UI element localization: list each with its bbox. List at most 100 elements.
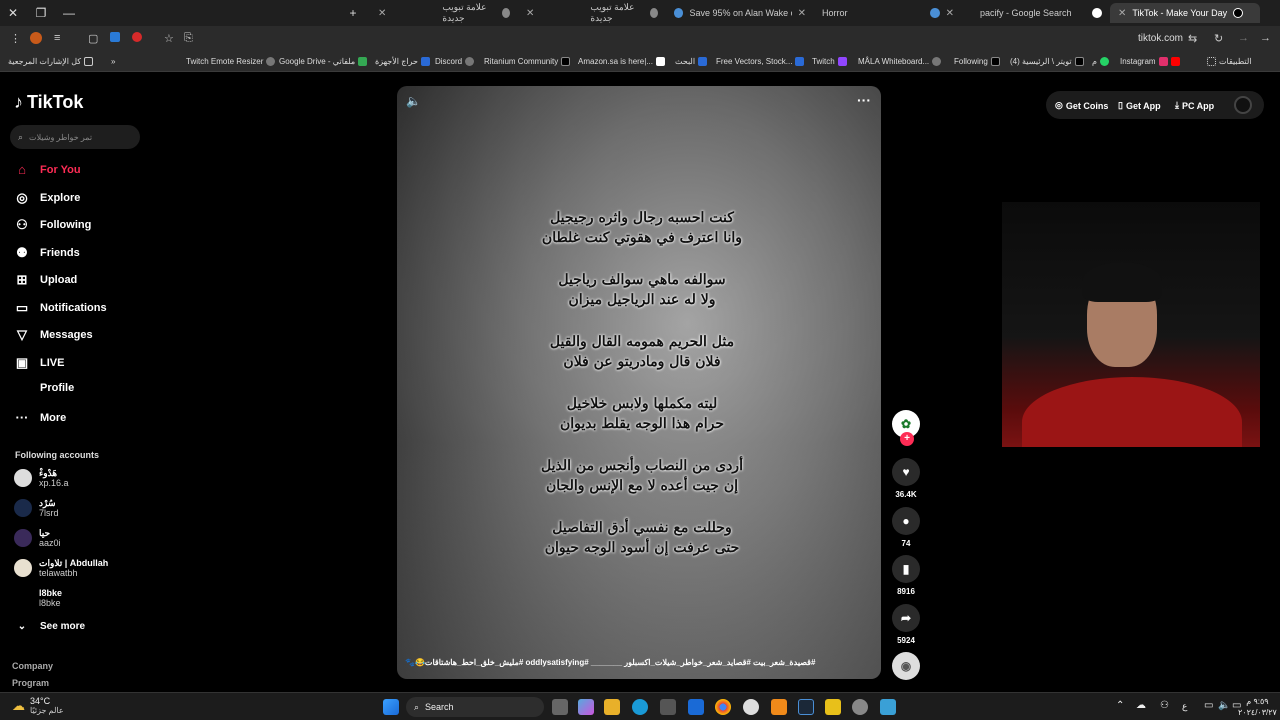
footer-program-link[interactable]: Program [12,678,49,688]
bookmark-item[interactable]: Twitch Emote Resizer [186,57,276,66]
browser-tab-active[interactable]: ✕ TikTok - Make Your Day [1110,3,1260,23]
following-account[interactable]: سُرْد 7lsrd [14,498,59,518]
chrome-icon[interactable] [715,699,731,715]
browser-tab[interactable]: Save 95% on Alan Wake on Ste ✕ [666,3,814,23]
nav-more[interactable]: ··· More [14,410,67,425]
task-view-icon[interactable] [552,699,568,715]
windows-start-icon[interactable] [383,699,399,715]
settings-icon[interactable] [852,699,868,715]
video-player[interactable]: 🔈 ··· كنت احسبه رجال واثره رجيجيل وانا ا… [397,86,881,679]
bookmark-item[interactable]: Instagram [1120,57,1180,66]
share-button[interactable]: ➦ 5924 [890,604,922,645]
video-hashtags[interactable]: #قصيدة_شعر_بيت #قصايد_شعر_خواطر_شيلات_اك… [405,658,875,667]
save-button[interactable]: ▮ 8916 [890,555,922,596]
cast-icon[interactable]: ⎘ [184,32,193,45]
bookmark-item[interactable]: Discord [435,57,475,66]
pc-app-button[interactable]: ⤓ PC App [1175,100,1214,111]
steam-icon[interactable] [798,699,814,715]
speaker-icon[interactable]: 🔈 [1218,700,1230,711]
chevron-icon[interactable]: » [111,57,115,66]
following-account[interactable]: حيا aaz0i [14,528,61,548]
store-icon[interactable] [660,699,676,715]
tray-chevron-icon[interactable]: ⌃ [1116,700,1124,711]
music-disc[interactable]: ◉ [890,652,922,684]
nav-upload[interactable]: ⊞ Upload [14,272,78,288]
nav-profile[interactable]: Profile [14,382,74,394]
bookmark-item[interactable]: Twitch [812,57,847,66]
browser-tab[interactable]: ✕ علامة تبويب جديدة [370,2,518,23]
get-coins-button[interactable]: ◎ Get Coins [1055,100,1108,111]
following-account[interactable]: l8bke l8bke [14,588,62,608]
extension-icon[interactable] [30,32,42,47]
footer-company-link[interactable]: Company [12,661,53,671]
nav-for-you[interactable]: ⌂ For You [14,162,80,177]
get-app-button[interactable]: ▯ Get App [1118,100,1161,111]
playlist-icon[interactable]: ≡ [54,32,60,44]
volume-icon[interactable]: 🔈 [406,94,421,108]
weather-widget[interactable]: ☁ 34°C عالم جزئيًا [12,696,64,715]
nav-notifications[interactable]: ▭ Notifications [14,300,107,316]
vlc-icon[interactable] [771,699,787,715]
close-tab-icon[interactable]: ✕ [946,8,954,19]
nav-messages[interactable]: ▽ Messages [14,327,93,343]
close-tab-icon[interactable]: ✕ [798,8,806,19]
bookmark-all[interactable]: كل الإشارات المرجعية [8,57,94,66]
menu-dots-icon[interactable]: ⋮ [10,32,21,45]
address-bar-url[interactable]: tiktok.com [1138,33,1183,44]
puzzle-icon[interactable]: ▢ [88,32,98,45]
browser-tab[interactable]: Horror ✕ [814,3,962,23]
bookmark-item[interactable]: حراج الأجهزة [375,57,430,66]
copilot-icon[interactable] [578,699,594,715]
bookmark-item[interactable]: م [1092,57,1109,66]
bookmark-item[interactable]: Google Drive - ملفاتي [279,57,368,66]
site-settings-icon[interactable]: ⇆ [1188,32,1197,45]
bookmark-item[interactable]: Amazon.sa is here|... [578,57,665,66]
extension-red-icon[interactable] [132,32,142,45]
close-tab-icon[interactable]: ✕ [1118,8,1126,19]
bookmark-item[interactable]: Ritanium Community [484,57,571,66]
clock[interactable]: ٩:٥٩ م ٢٠٢٤/٠٣/٢٧ [1238,696,1277,718]
bookmark-item[interactable]: (4) تويتر \ الرئيسية [1010,57,1084,66]
comment-button[interactable]: ● 74 [890,507,922,548]
tray-app-icon[interactable]: ⚇ [1160,700,1169,711]
following-account[interactable]: هَدْوءْ xp.16.a [14,468,69,488]
creator-avatar[interactable]: ✿ + [890,410,922,446]
profile-avatar[interactable] [1234,96,1252,114]
bookmark-item[interactable]: Free Vectors, Stock... [716,57,805,66]
close-tab-icon[interactable]: ✕ [378,8,386,19]
bookmark-item[interactable]: MÅLA Whiteboard... [858,57,942,66]
bookmark-star-icon[interactable]: ☆ [164,32,174,45]
photos-icon[interactable] [880,699,896,715]
minimize-window-icon[interactable]: — [56,6,82,20]
forward-icon[interactable]: → [1238,32,1249,44]
file-explorer-icon[interactable] [604,699,620,715]
outlook-icon[interactable] [688,699,704,715]
more-options-icon[interactable]: ··· [857,92,871,108]
following-account[interactable]: تلاوات | Abdullah telawatbh [14,558,108,578]
tray-app-icon[interactable]: ☁ [1136,700,1146,711]
tiktok-logo[interactable]: ♪ TikTok [14,92,83,113]
bookmark-item[interactable]: البحث [675,57,708,66]
extension-blue-icon[interactable] [110,32,120,45]
nav-live[interactable]: ▣ LIVE [14,355,65,371]
nav-following[interactable]: ⚇ Following [14,217,91,233]
see-more-button[interactable]: ⌄ See more [14,621,85,632]
github-icon[interactable] [743,699,759,715]
reload-icon[interactable]: ↻ [1214,32,1223,45]
follow-plus-icon[interactable]: + [900,432,914,446]
bookmark-item[interactable]: Following [954,57,1000,66]
restore-window-icon[interactable]: ❐ [28,6,54,20]
app-icon[interactable] [825,699,841,715]
taskbar-search[interactable]: ⌕ Search [406,697,544,717]
language-indicator[interactable]: ع [1182,701,1187,712]
new-tab-icon[interactable]: + [340,6,366,20]
nav-friends[interactable]: ⚉ Friends [14,245,80,261]
close-window-icon[interactable]: ✕ [0,6,26,20]
edge-icon[interactable] [632,699,648,715]
browser-tab[interactable]: ✕ علامة تبويب جديدة [518,2,666,23]
close-tab-icon[interactable]: ✕ [526,8,534,19]
search-input[interactable]: ⌕ تمر خواطر وشيلات [10,125,140,149]
bookmark-apps[interactable]: التطبيقات [1207,57,1251,66]
nav-explore[interactable]: ◎ Explore [14,190,80,206]
back-icon[interactable]: → [1260,32,1271,44]
